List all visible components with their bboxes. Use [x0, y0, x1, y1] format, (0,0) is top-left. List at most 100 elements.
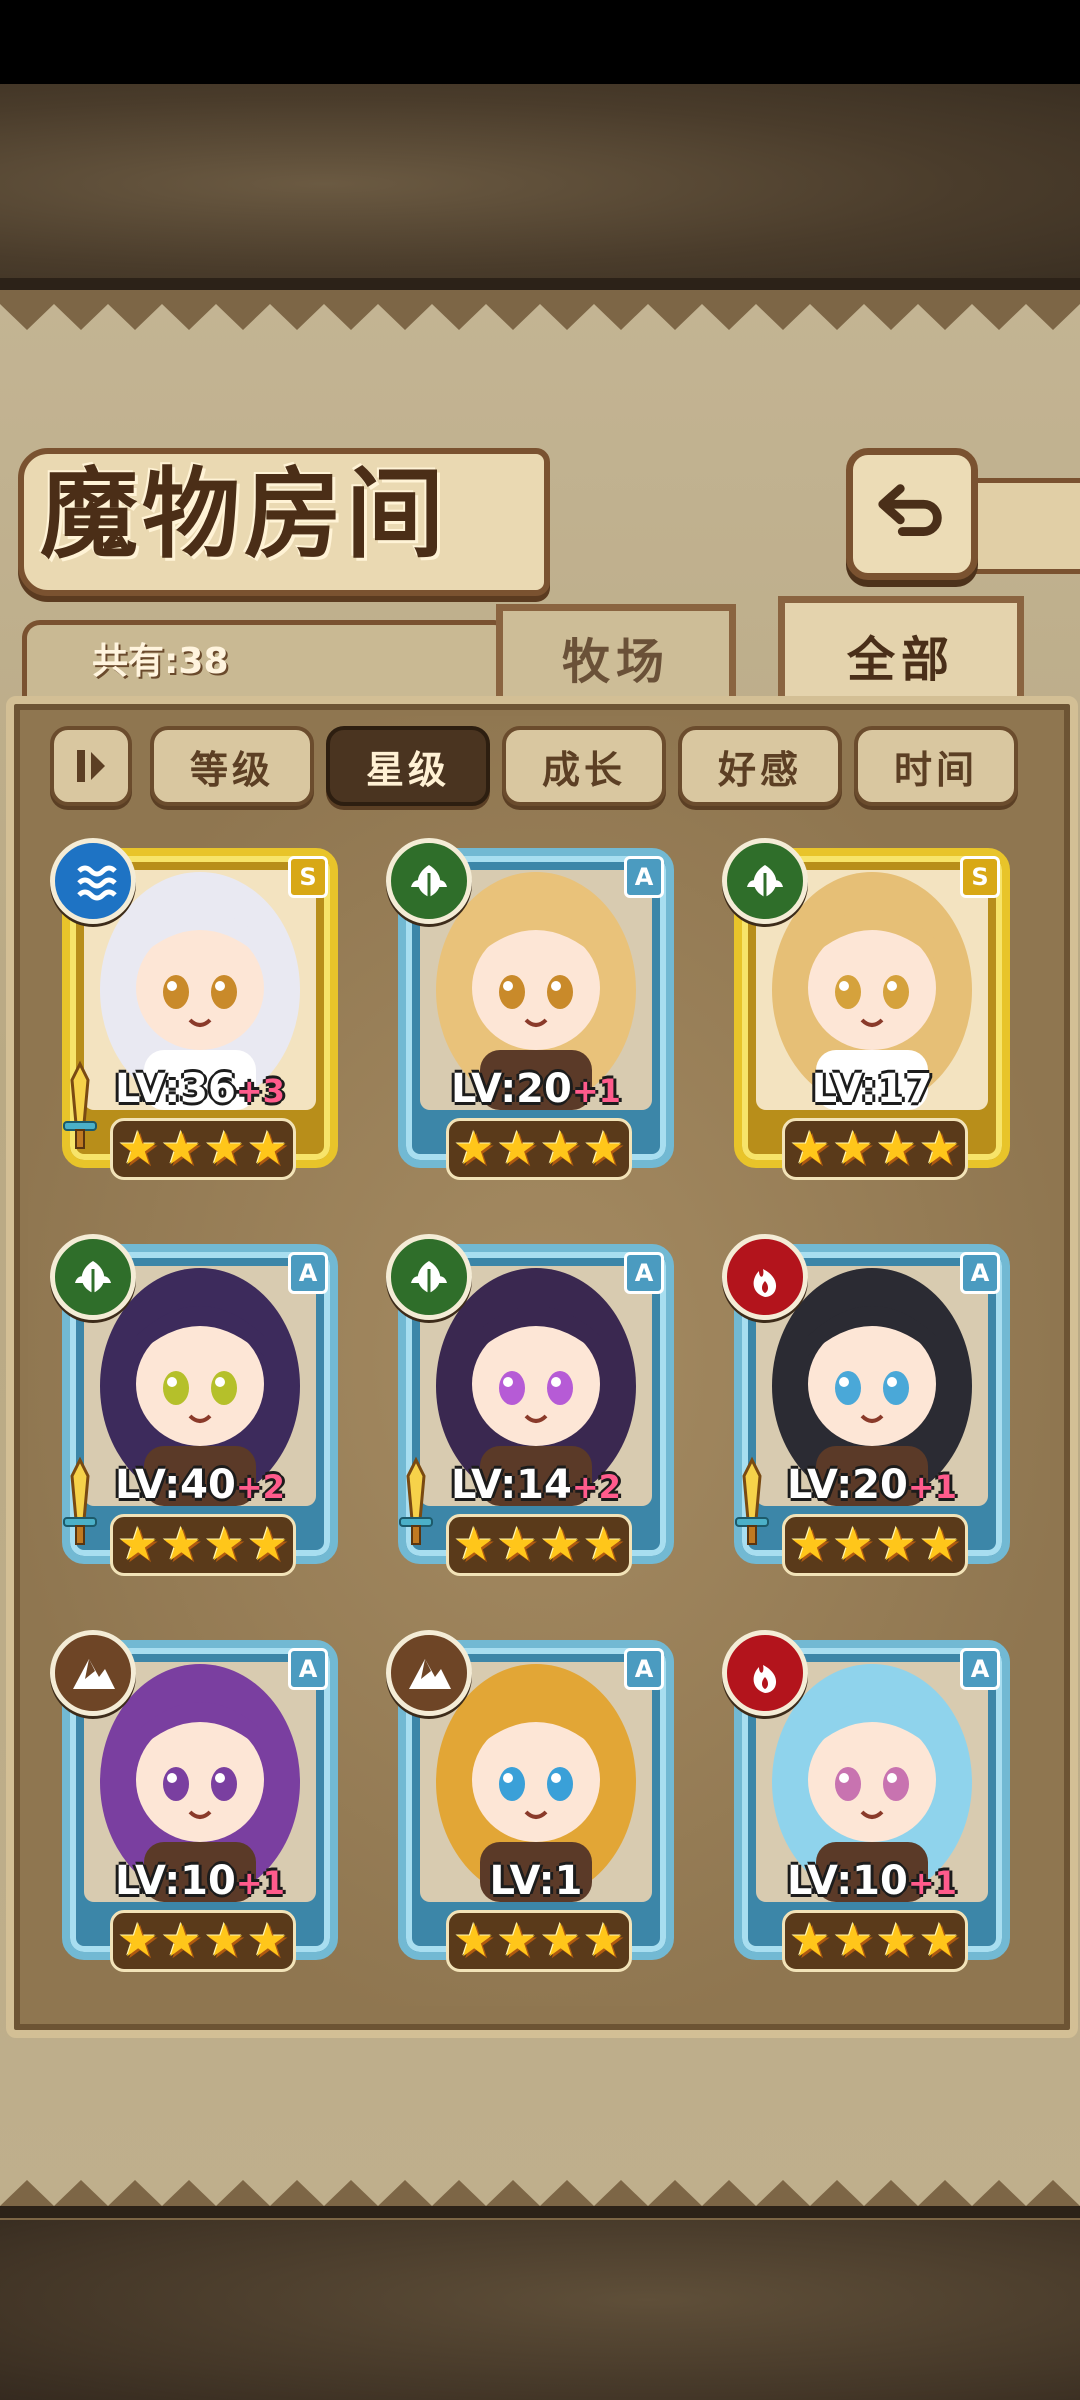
water-element-icon	[50, 838, 136, 924]
filter-star[interactable]: 星级	[326, 726, 490, 806]
monster-card[interactable]: A LV:40+2 ★ ★ ★ ★	[50, 1234, 350, 1584]
star-icon: ★	[540, 1913, 582, 1967]
star-icon: ★	[832, 1121, 874, 1175]
level-label: LV:20+1	[426, 1066, 646, 1112]
star-icon: ★	[832, 1517, 874, 1571]
rank-badge: A	[624, 1252, 664, 1294]
star-icon: ★	[453, 1913, 495, 1967]
monster-card[interactable]: A LV:14+2 ★ ★ ★ ★	[386, 1234, 686, 1584]
star-icon: ★	[919, 1517, 961, 1571]
star-icon: ★	[247, 1517, 289, 1571]
rank-badge: A	[624, 856, 664, 898]
filter-affection[interactable]: 好感	[678, 726, 842, 806]
rank-badge: A	[288, 1648, 328, 1690]
leaf-element-icon	[722, 838, 808, 924]
star-icon: ★	[247, 1121, 289, 1175]
monster-card[interactable]: S LV:17 ★ ★ ★ ★	[722, 838, 1022, 1188]
star-icon: ★	[583, 1517, 625, 1571]
star-icon: ★	[583, 1913, 625, 1967]
earth-element-icon	[50, 1630, 136, 1716]
fire-element-icon	[722, 1234, 808, 1320]
star-icon: ★	[117, 1121, 159, 1175]
star-rating: ★ ★ ★ ★	[782, 1514, 968, 1576]
rank-badge: A	[960, 1252, 1000, 1294]
star-icon: ★	[789, 1913, 831, 1967]
earth-element-icon	[386, 1630, 472, 1716]
level-value: LV:40	[115, 1462, 236, 1508]
rank-badge: S	[960, 856, 1000, 898]
page-title: 魔物房间	[40, 457, 449, 572]
level-bonus: +1	[907, 1864, 957, 1902]
star-icon: ★	[117, 1517, 159, 1571]
star-rating: ★ ★ ★ ★	[110, 1514, 296, 1576]
tab-pasture[interactable]: 牧场	[496, 604, 736, 703]
level-value: LV:1	[489, 1858, 583, 1904]
rank-badge: A	[288, 1252, 328, 1294]
star-icon: ★	[160, 1121, 202, 1175]
star-rating: ★ ★ ★ ★	[446, 1118, 632, 1180]
top-divider	[0, 278, 1080, 290]
tab-all[interactable]: 全部	[778, 596, 1024, 707]
level-label: LV:40+2	[90, 1462, 310, 1508]
monster-count: 共有:38	[92, 641, 229, 682]
level-label: LV:36+3	[90, 1066, 310, 1112]
star-icon: ★	[789, 1517, 831, 1571]
star-icon: ★	[876, 1913, 918, 1967]
star-icon: ★	[117, 1913, 159, 1967]
level-bonus: +2	[235, 1468, 285, 1506]
leaf-element-icon	[386, 1234, 472, 1320]
level-value: LV:20	[787, 1462, 908, 1508]
monster-card[interactable]: S LV:36+3 ★ ★ ★ ★	[50, 838, 350, 1188]
fire-element-icon	[722, 1630, 808, 1716]
star-rating: ★ ★ ★ ★	[110, 1910, 296, 1972]
back-arrow-icon	[878, 484, 942, 536]
rank-badge: A	[960, 1648, 1000, 1690]
level-label: LV:20+1	[762, 1462, 982, 1508]
monster-card[interactable]: A LV:20+1 ★ ★ ★ ★	[386, 838, 686, 1188]
leaf-element-icon	[386, 838, 472, 924]
star-rating: ★ ★ ★ ★	[446, 1514, 632, 1576]
star-icon: ★	[919, 1121, 961, 1175]
star-icon: ★	[919, 1913, 961, 1967]
star-icon: ★	[160, 1517, 202, 1571]
level-label: LV:10+1	[90, 1858, 310, 1904]
level-label: LV:17	[762, 1066, 982, 1112]
filter-level[interactable]: 等级	[150, 726, 314, 806]
monster-card[interactable]: A LV:10+1 ★ ★ ★ ★	[722, 1630, 1022, 1980]
level-value: LV:10	[115, 1858, 236, 1904]
star-icon: ★	[540, 1517, 582, 1571]
level-value: LV:10	[787, 1858, 908, 1904]
level-value: LV:20	[451, 1066, 572, 1112]
level-bonus: +1	[571, 1072, 621, 1110]
star-icon: ★	[247, 1913, 289, 1967]
level-label: LV:14+2	[426, 1462, 646, 1508]
star-icon: ★	[160, 1913, 202, 1967]
map-background-top	[0, 84, 1080, 284]
level-value: LV:17	[811, 1066, 933, 1112]
back-button[interactable]	[846, 448, 978, 580]
star-rating: ★ ★ ★ ★	[782, 1910, 968, 1972]
leaf-element-icon	[50, 1234, 136, 1320]
filter-time[interactable]: 时间	[854, 726, 1018, 806]
monster-card[interactable]: A LV:10+1 ★ ★ ★ ★	[50, 1630, 350, 1980]
star-icon: ★	[453, 1121, 495, 1175]
star-icon: ★	[789, 1121, 831, 1175]
star-icon: ★	[453, 1517, 495, 1571]
level-label: LV:1	[426, 1858, 646, 1904]
top-zigzag-edge	[0, 290, 1080, 330]
star-icon: ★	[204, 1517, 246, 1571]
map-background-bottom	[0, 2200, 1080, 2400]
star-icon: ★	[540, 1121, 582, 1175]
level-bonus: +2	[571, 1468, 621, 1506]
monster-card[interactable]: A LV:20+1 ★ ★ ★ ★	[722, 1234, 1022, 1584]
filter-growth[interactable]: 成长	[502, 726, 666, 806]
sort-toggle-button[interactable]	[50, 726, 132, 806]
star-icon: ★	[496, 1517, 538, 1571]
level-value: LV:14	[451, 1462, 572, 1508]
monster-card[interactable]: A LV:1 ★ ★ ★ ★	[386, 1630, 686, 1980]
level-bonus: +1	[235, 1864, 285, 1902]
star-icon: ★	[583, 1121, 625, 1175]
level-label: LV:10+1	[762, 1858, 982, 1904]
star-icon: ★	[876, 1517, 918, 1571]
star-rating: ★ ★ ★ ★	[782, 1118, 968, 1180]
